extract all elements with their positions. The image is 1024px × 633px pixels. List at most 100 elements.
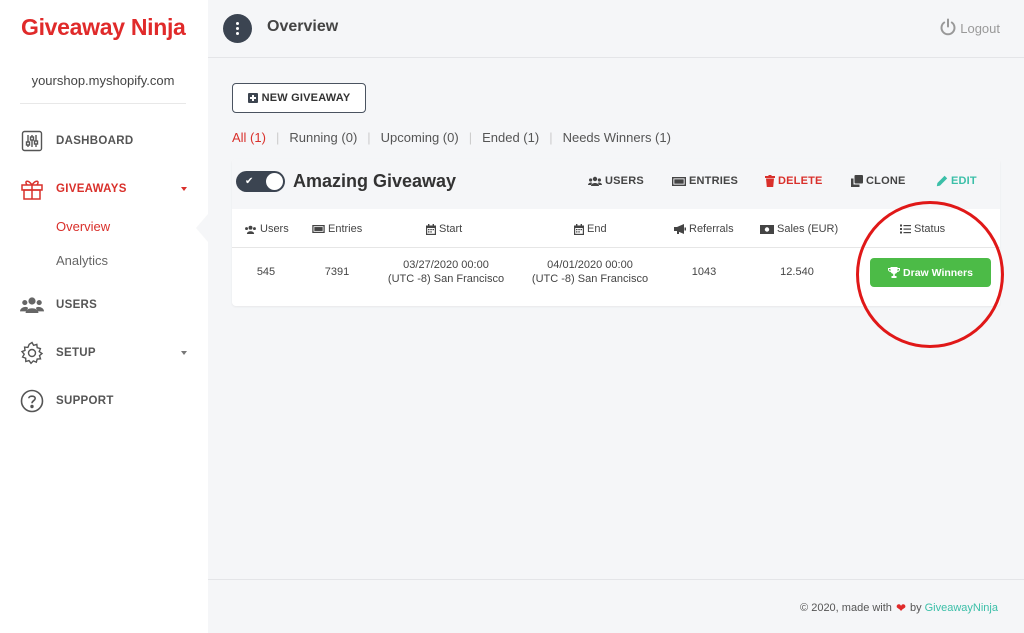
- column-label: Entries: [328, 223, 363, 235]
- end-date: 04/01/2020 00:00: [547, 259, 633, 271]
- sidebar-subitem-overview[interactable]: Overview: [56, 219, 110, 234]
- menu-dots-icon[interactable]: [223, 14, 252, 43]
- column-header-users: Users: [244, 223, 289, 235]
- giveaway-enabled-toggle[interactable]: ✔: [236, 171, 285, 192]
- clone-label: CLONE: [866, 175, 906, 187]
- active-pointer: [196, 214, 208, 242]
- giveaway-card: ✔ Amazing Giveaway USERS ENTRIES DELETE: [232, 159, 1000, 306]
- logout-button[interactable]: Logout: [939, 18, 1000, 39]
- calendar-icon: [426, 223, 436, 235]
- footer-copyright: © 2020, made with: [800, 602, 892, 614]
- heart-icon: ❤: [895, 601, 906, 615]
- edit-button[interactable]: EDIT: [936, 175, 977, 187]
- list-check-icon: [900, 224, 911, 234]
- column-header-start: Start: [426, 223, 462, 235]
- draw-winners-label: Draw Winners: [903, 266, 973, 279]
- column-header-entries: Entries: [312, 223, 362, 235]
- plus-square-icon: [247, 93, 258, 103]
- sidebar: Giveaway Ninja yourshop.myshopify.com DA…: [0, 0, 208, 633]
- column-label: Status: [914, 223, 946, 235]
- cell-start: 03/27/2020 00:00 (UTC -8) San Francisco: [376, 258, 516, 286]
- sidebar-item-label: SUPPORT: [56, 395, 114, 407]
- start-timezone: (UTC -8) San Francisco: [387, 273, 505, 285]
- shop-domain: yourshop.myshopify.com: [20, 58, 186, 104]
- logout-label: Logout: [960, 21, 1000, 36]
- footer-brand-link[interactable]: GiveawayNinja: [925, 602, 998, 614]
- cell-end: 04/01/2020 00:00 (UTC -8) San Francisco: [520, 258, 660, 286]
- cell-referrals: 1043: [691, 266, 717, 278]
- filter-running[interactable]: Running (0): [289, 130, 357, 145]
- footer-by: by: [910, 602, 922, 614]
- toggle-knob: [266, 173, 283, 190]
- sidebar-item-users[interactable]: USERS: [20, 293, 97, 317]
- sliders-icon: [20, 129, 44, 153]
- sidebar-item-support[interactable]: SUPPORT: [20, 389, 114, 413]
- sidebar-item-label: SETUP: [56, 347, 96, 359]
- filter-separator: |: [468, 130, 473, 145]
- users-icon: [20, 293, 44, 317]
- sidebar-item-giveaways[interactable]: GIVEAWAYS: [20, 177, 127, 201]
- filter-needs-winners[interactable]: Needs Winners (1): [563, 130, 671, 145]
- users-icon: [244, 225, 257, 234]
- filter-all[interactable]: All (1): [232, 130, 266, 145]
- end-timezone: (UTC -8) San Francisco: [531, 273, 649, 285]
- megaphone-icon: [674, 224, 686, 234]
- giveaway-card-header: ✔ Amazing Giveaway USERS ENTRIES DELETE: [232, 159, 1000, 209]
- calendar-icon: [574, 223, 584, 235]
- ticket-icon: [672, 176, 686, 186]
- users-label: USERS: [605, 175, 644, 187]
- column-header-end: End: [574, 223, 607, 235]
- sidebar-subitem-analytics[interactable]: Analytics: [56, 253, 108, 268]
- sidebar-item-label: DASHBOARD: [56, 135, 134, 147]
- table-divider: [232, 247, 1000, 248]
- giveaway-name[interactable]: Amazing Giveaway: [293, 171, 456, 192]
- start-date: 03/27/2020 00:00: [403, 259, 489, 271]
- chevron-down-icon[interactable]: [181, 187, 187, 191]
- entries-label: ENTRIES: [689, 175, 739, 187]
- sidebar-item-label: GIVEAWAYS: [56, 183, 127, 195]
- help-circle-icon: [20, 389, 44, 413]
- sidebar-item-label: USERS: [56, 299, 98, 311]
- clone-button[interactable]: CLONE: [851, 175, 906, 187]
- sidebar-item-dashboard[interactable]: DASHBOARD: [20, 129, 133, 153]
- column-header-status: Status: [900, 223, 945, 235]
- trash-icon: [765, 175, 775, 187]
- column-header-referrals: Referrals: [674, 223, 734, 235]
- edit-label: EDIT: [951, 175, 977, 187]
- column-label: Users: [260, 223, 289, 235]
- column-label: End: [587, 223, 607, 235]
- ticket-icon: [312, 225, 325, 233]
- filter-tabs: All (1) | Running (0) | Upcoming (0) | E…: [232, 130, 671, 145]
- cell-sales: 12.540: [780, 266, 814, 278]
- money-icon: [760, 224, 774, 234]
- delete-label: DELETE: [778, 175, 823, 187]
- power-icon: [939, 18, 960, 39]
- gear-icon: [20, 341, 44, 365]
- cell-users: 545: [256, 266, 276, 278]
- chevron-down-icon[interactable]: [181, 351, 187, 355]
- copy-icon: [851, 175, 863, 187]
- footer: © 2020, made with ❤ by GiveawayNinja: [208, 579, 1024, 633]
- top-header: Overview Logout: [208, 0, 1024, 58]
- users-icon: [588, 176, 602, 186]
- filter-ended[interactable]: Ended (1): [482, 130, 539, 145]
- filter-separator: |: [275, 130, 280, 145]
- sidebar-item-setup[interactable]: SETUP: [20, 341, 96, 365]
- page-title: Overview: [267, 18, 339, 35]
- brand-logo[interactable]: Giveaway Ninja: [21, 14, 186, 41]
- column-label: Referrals: [689, 223, 734, 235]
- filter-upcoming[interactable]: Upcoming (0): [381, 130, 459, 145]
- new-giveaway-label: NEW GIVEAWAY: [261, 92, 351, 104]
- gift-icon: [20, 177, 44, 201]
- check-icon: ✔: [245, 176, 254, 187]
- column-label: Sales (EUR): [777, 223, 839, 235]
- new-giveaway-button[interactable]: NEW GIVEAWAY: [232, 83, 366, 113]
- column-header-sales: Sales (EUR): [760, 223, 838, 235]
- filter-separator: |: [549, 130, 553, 145]
- entries-button[interactable]: ENTRIES: [672, 175, 738, 187]
- filter-separator: |: [367, 130, 371, 145]
- delete-button[interactable]: DELETE: [765, 175, 823, 187]
- users-button[interactable]: USERS: [588, 175, 644, 187]
- draw-winners-button[interactable]: Draw Winners: [870, 258, 991, 287]
- cell-entries: 7391: [324, 266, 350, 278]
